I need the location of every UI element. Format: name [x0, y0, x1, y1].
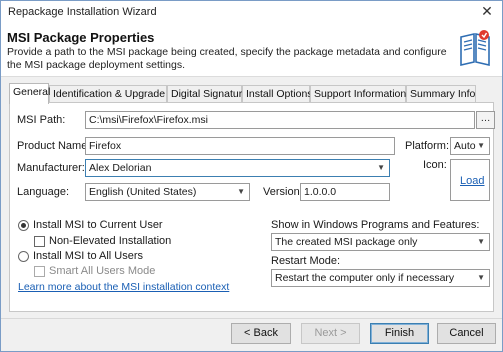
- show-in-programs-select[interactable]: The created MSI package only ▼: [271, 233, 490, 251]
- chevron-down-icon: ▼: [477, 237, 485, 246]
- current-user-radio[interactable]: [18, 220, 29, 231]
- product-name-label: Product Name:: [17, 140, 91, 152]
- msi-path-label: MSI Path:: [17, 114, 66, 126]
- chevron-down-icon: ▼: [477, 141, 485, 150]
- close-icon[interactable]: ✕: [478, 3, 496, 20]
- language-select[interactable]: English (United States) ▼: [85, 183, 250, 201]
- load-icon-link[interactable]: Load: [460, 175, 484, 187]
- msi-path-input[interactable]: C:\msi\Firefox\Firefox.msi: [85, 111, 475, 129]
- non-elevated-label[interactable]: Non-Elevated Installation: [49, 235, 171, 247]
- finish-button[interactable]: Finish: [370, 323, 429, 344]
- platform-value: Auto: [454, 140, 476, 152]
- page-description: Provide a path to the MSI package being …: [7, 46, 447, 71]
- product-name-input[interactable]: Firefox: [85, 137, 395, 155]
- version-label: Version:: [263, 186, 303, 198]
- wizard-window: Repackage Installation Wizard ✕ MSI Pack…: [0, 0, 503, 352]
- show-in-programs-label: Show in Windows Programs and Features:: [271, 219, 480, 231]
- footer-divider: [1, 318, 502, 319]
- tab-general[interactable]: General: [9, 83, 50, 104]
- window-title: Repackage Installation Wizard: [8, 6, 157, 18]
- smart-all-users-label: Smart All Users Mode: [49, 265, 156, 277]
- tab-digital-signature[interactable]: Digital Signature: [167, 85, 248, 103]
- restart-mode-select[interactable]: Restart the computer only if necessary ▼: [271, 269, 490, 287]
- chevron-down-icon: ▼: [237, 187, 245, 196]
- platform-label: Platform:: [405, 140, 450, 152]
- title-bar: Repackage Installation Wizard ✕: [1, 1, 502, 23]
- show-in-programs-value: The created MSI package only: [275, 236, 418, 248]
- browse-button[interactable]: …: [476, 111, 495, 129]
- restart-mode-value: Restart the computer only if necessary: [275, 272, 455, 284]
- tab-identification-upgrade[interactable]: Identification & Upgrade: [49, 85, 167, 103]
- non-elevated-checkbox[interactable]: [34, 236, 45, 247]
- all-users-label[interactable]: Install MSI to All Users: [33, 250, 143, 262]
- language-value: English (United States): [89, 186, 197, 198]
- tab-install-options[interactable]: Install Options: [242, 85, 313, 103]
- general-panel: MSI Path: C:\msi\Firefox\Firefox.msi … P…: [9, 102, 495, 312]
- page-title: MSI Package Properties: [7, 30, 155, 45]
- cancel-button[interactable]: Cancel: [437, 323, 496, 344]
- back-button[interactable]: < Back: [231, 323, 291, 344]
- tab-summary-info[interactable]: Summary Info: [406, 85, 476, 103]
- tab-support-information[interactable]: Support Information: [310, 85, 406, 103]
- language-label: Language:: [17, 186, 69, 198]
- icon-preview: Load: [450, 159, 490, 201]
- manufacturer-value: Alex Delorian: [89, 162, 152, 174]
- chevron-down-icon: ▼: [477, 273, 485, 282]
- platform-select[interactable]: Auto ▼: [450, 137, 490, 155]
- page-header: MSI Package Properties Provide a path to…: [1, 23, 502, 77]
- all-users-radio[interactable]: [18, 251, 29, 262]
- version-input[interactable]: 1.0.0.0: [300, 183, 390, 201]
- smart-all-users-checkbox: [34, 266, 45, 277]
- next-button[interactable]: Next >: [301, 323, 360, 344]
- restart-mode-label: Restart Mode:: [271, 255, 341, 267]
- manufacturer-combo[interactable]: Alex Delorian ▼: [85, 159, 390, 177]
- icon-label: Icon:: [423, 159, 447, 171]
- chevron-down-icon: ▼: [377, 163, 385, 172]
- current-user-label[interactable]: Install MSI to Current User: [33, 219, 163, 231]
- book-icon: [460, 30, 490, 67]
- learn-more-link[interactable]: Learn more about the MSI installation co…: [18, 281, 229, 293]
- manufacturer-label: Manufacturer:: [17, 162, 85, 174]
